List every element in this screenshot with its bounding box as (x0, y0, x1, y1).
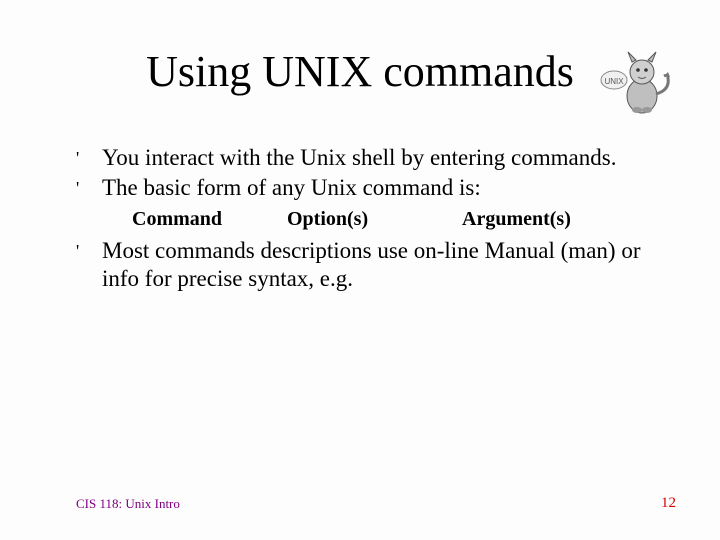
bullet-text: You interact with the Unix shell by ente… (102, 144, 616, 172)
syntax-command: Command (132, 208, 282, 231)
bullet-marker: ' (76, 174, 102, 202)
syntax-options: Option(s) (287, 208, 457, 231)
bullet-item: ' The basic form of any Unix command is: (76, 174, 676, 202)
bullet-text: The basic form of any Unix command is: (102, 174, 481, 202)
footer-page-number: 12 (661, 495, 676, 512)
bullet-text: Most commands descriptions use on-line M… (102, 237, 676, 293)
devil-graphic: UNIX (596, 44, 676, 116)
slide: Using UNIX commands UNIX ' You interact … (0, 0, 720, 540)
footer-course: CIS 118: Unix Intro (76, 496, 180, 512)
command-syntax-row: Command Option(s) Argument(s) (132, 208, 676, 231)
bullet-item: ' Most commands descriptions use on-line… (76, 237, 676, 293)
svg-text:UNIX: UNIX (604, 77, 624, 86)
bullet-marker: ' (76, 237, 102, 265)
syntax-arguments: Argument(s) (462, 208, 622, 231)
bullet-item: ' You interact with the Unix shell by en… (76, 144, 676, 172)
bullet-list: ' You interact with the Unix shell by en… (76, 144, 676, 295)
bullet-marker: ' (76, 144, 102, 172)
